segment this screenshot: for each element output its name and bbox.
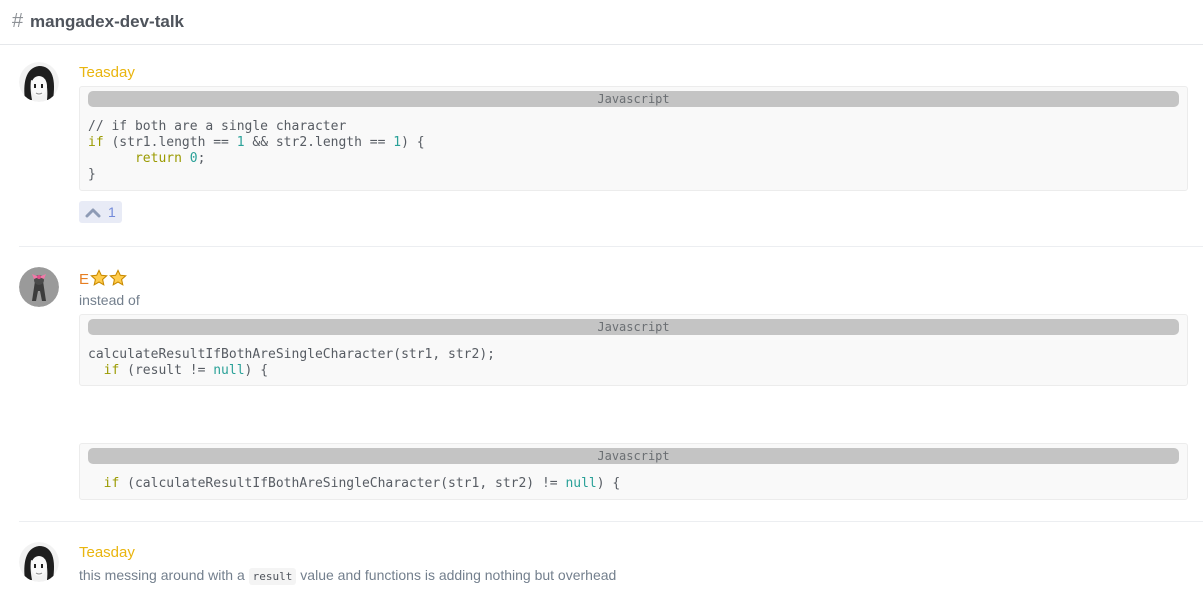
avatar-e[interactable]: [19, 267, 59, 307]
code-block: Javascript // if both are a single chara…: [79, 86, 1188, 191]
channel-header: # mangadex-dev-talk: [0, 0, 1203, 45]
channel-hash-icon: #: [12, 10, 24, 32]
code-content: if (calculateResultIfBothAreSingleCharac…: [103, 476, 621, 491]
channel-name: mangadex-dev-talk: [30, 12, 184, 31]
avatar-image: [19, 62, 59, 102]
message-text: this messing around with a result value …: [79, 567, 617, 585]
message-divider: [19, 246, 1203, 247]
author-name[interactable]: E: [79, 269, 127, 288]
chevron-up-icon: [85, 208, 101, 218]
reaction-button[interactable]: 1: [79, 201, 122, 223]
avatar-teasday[interactable]: [19, 62, 59, 102]
code-content: // if both are a single character if (st…: [88, 119, 425, 182]
code-content: calculateResultIfBothAreSingleCharacter(…: [88, 347, 495, 378]
avatar-image: [19, 267, 59, 307]
reaction-count: 1: [108, 204, 116, 220]
code-block: Javascript calculateResultIfBothAreSingl…: [79, 314, 1188, 386]
inline-code: result: [248, 568, 297, 585]
code-language-label: Javascript: [88, 319, 1179, 335]
avatar-image: [19, 542, 59, 582]
message-text: instead of: [79, 292, 140, 308]
code-language-label: Javascript: [88, 91, 1179, 107]
author-name[interactable]: Teasday: [79, 64, 135, 81]
code-line: // if both are a single character: [88, 119, 347, 134]
author-name[interactable]: Teasday: [79, 544, 135, 561]
code-block: Javascript if (calculateResultIfBothAreS…: [79, 443, 1188, 500]
message-text-before: this messing around with a: [79, 567, 245, 583]
code-line: calculateResultIfBothAreSingleCharacter(…: [88, 347, 495, 362]
star-icon: [109, 269, 127, 286]
avatar-teasday[interactable]: [19, 542, 59, 582]
message-divider: [19, 521, 1203, 522]
author-name-text: E: [79, 271, 90, 288]
message-text-after: value and functions is adding nothing bu…: [300, 567, 617, 583]
star-icon: [90, 269, 108, 286]
code-language-label: Javascript: [88, 448, 1179, 464]
